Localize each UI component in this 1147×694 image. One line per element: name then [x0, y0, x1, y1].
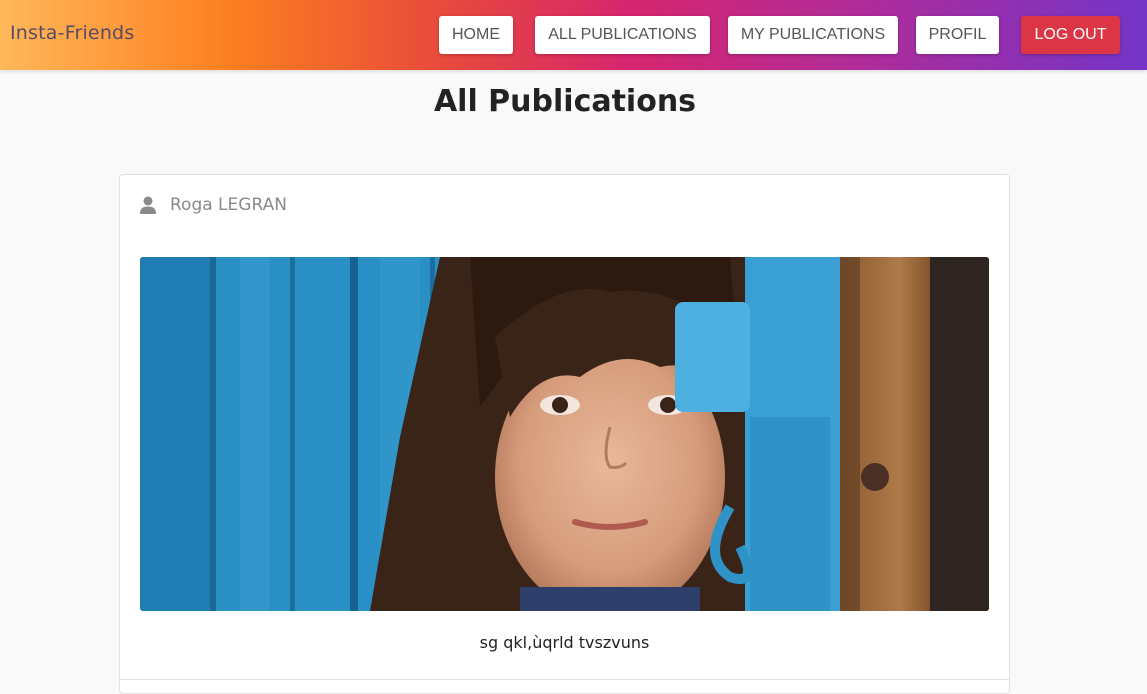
author-name: Roga LEGRAN [170, 195, 287, 215]
logout-button[interactable]: LOG OUT [1021, 16, 1120, 54]
publication-image [140, 257, 989, 611]
nav-all-publications-button[interactable]: ALL PUBLICATIONS [535, 16, 710, 54]
card-divider [120, 679, 1009, 680]
page-title: All Publications [433, 84, 697, 119]
user-icon [140, 196, 156, 214]
navbar: Insta-Friends HOME ALL PUBLICATIONS MY P… [0, 0, 1147, 70]
brand-logo[interactable]: Insta-Friends [10, 22, 134, 44]
publication-card: Roga LEGRAN sg qkl,ùqrld tvszvuns [119, 174, 1010, 694]
nav-profil-button[interactable]: PROFIL [916, 16, 999, 54]
nav-my-publications-button[interactable]: MY PUBLICATIONS [728, 16, 898, 54]
publication-author: Roga LEGRAN [138, 195, 287, 215]
nav-home-button[interactable]: HOME [439, 16, 513, 54]
publication-caption: sg qkl,ùqrld tvszvuns [479, 633, 650, 652]
